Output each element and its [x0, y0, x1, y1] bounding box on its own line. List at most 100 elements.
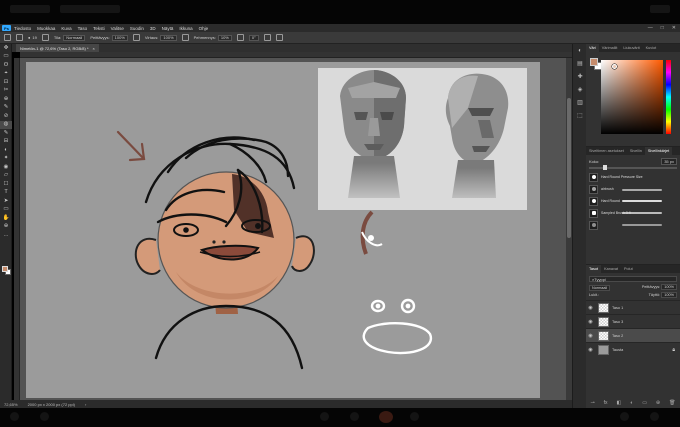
eyedropper-tool-icon[interactable]: ⊕ — [0, 95, 12, 104]
menu-item-help[interactable]: Ohje — [199, 26, 209, 31]
symmetry-icon[interactable] — [275, 34, 283, 41]
brush-size-input[interactable]: 35 px — [661, 158, 677, 165]
new-group-icon[interactable]: ▭ — [642, 400, 647, 406]
smoothing-input[interactable]: 10% — [217, 34, 232, 41]
zoom-readout[interactable]: 72,65% — [4, 402, 18, 407]
more-tools-icon[interactable]: … — [0, 231, 12, 240]
visibility-eye-icon[interactable]: ◉ — [586, 347, 595, 353]
color-field[interactable] — [601, 60, 663, 134]
mode-select[interactable]: Normaali — [63, 34, 86, 41]
video-control-icon[interactable] — [350, 412, 359, 421]
gradient-tool-icon[interactable]: ◉ — [0, 163, 12, 172]
document-tab[interactable]: Nimetön-1 @ 72,6% (Taso 2, RGB/8) * × — [16, 44, 99, 52]
visibility-eye-icon[interactable]: ◉ — [586, 305, 595, 311]
close-window-button[interactable]: ✕ — [672, 25, 676, 31]
marquee-tool-icon[interactable]: ▭ — [0, 53, 12, 62]
history-brush-tool-icon[interactable]: ◐ — [0, 146, 12, 155]
layer-effects-icon[interactable]: fx — [604, 400, 608, 406]
type-tool-icon[interactable]: T — [0, 189, 12, 198]
layer-row-background[interactable]: ◉ Tausta 🔒︎ — [586, 342, 680, 356]
layer-row-selected[interactable]: ◉ Taso 2 — [586, 328, 680, 342]
status-arrow-icon[interactable]: › — [85, 402, 86, 407]
menu-item-type[interactable]: Teksti — [93, 26, 105, 31]
visibility-eye-icon[interactable]: ◉ — [586, 333, 595, 339]
brush-settings-icon[interactable] — [41, 34, 49, 41]
adjustments-panel-icon[interactable]: ✚ — [573, 70, 587, 83]
brush-preset-item[interactable]: Sampled Brush 3 9 — [586, 207, 680, 219]
history-panel-icon[interactable]: ▥ — [573, 96, 587, 109]
brush-preset-item[interactable]: Hard Round Pressure Size — [586, 171, 680, 183]
pressure-size-icon[interactable] — [263, 34, 271, 41]
color-panel-foreground-swatch[interactable] — [590, 58, 598, 66]
hand-tool-icon[interactable]: ✋ — [0, 214, 12, 223]
crop-tool-icon[interactable]: ⊡ — [0, 78, 12, 87]
link-layers-icon[interactable]: ⊸ — [590, 400, 594, 406]
tab-gradients[interactable]: Liukuvärit — [620, 44, 642, 52]
brush-size-slider[interactable] — [589, 165, 677, 170]
menu-item-select[interactable]: Valitse — [111, 26, 124, 31]
tab-channels[interactable]: Kanavat — [601, 265, 621, 273]
brush-tool-icon[interactable] — [16, 34, 23, 41]
menu-item-layer[interactable]: Taso — [78, 26, 88, 31]
video-control-icon[interactable] — [40, 412, 49, 421]
brush-size-slider-knob[interactable] — [603, 165, 607, 170]
menu-item-3d[interactable]: 3D — [150, 26, 156, 31]
slice-tool-icon[interactable]: ✂ — [0, 87, 12, 96]
foreground-color-swatch[interactable] — [2, 266, 8, 272]
layer-row[interactable]: ◉ Taso 3 — [586, 314, 680, 328]
tab-color[interactable]: Väri — [586, 44, 599, 52]
new-layer-icon[interactable]: ⊕ — [656, 400, 660, 406]
scrollbar-thumb[interactable] — [567, 98, 571, 238]
flow-input[interactable]: 100% — [160, 34, 177, 41]
delete-layer-icon[interactable]: 🗑 — [669, 400, 675, 406]
document-tab-close-icon[interactable]: × — [93, 46, 95, 51]
pencil-tool-icon[interactable]: ✎ — [0, 129, 12, 138]
brush-preset-item[interactable] — [586, 219, 680, 231]
visibility-eye-icon[interactable]: ◉ — [586, 319, 595, 325]
brush-tool-icon-active[interactable]: ◍ — [0, 120, 12, 129]
tab-patterns[interactable]: Kuviot — [643, 44, 660, 52]
tab-brush-tips[interactable]: Sivellinkärjet — [644, 147, 673, 155]
airbrush-icon[interactable] — [181, 34, 189, 41]
maximize-button[interactable]: □ — [661, 25, 664, 31]
artboard-panel-icon[interactable]: ⬚ — [573, 109, 587, 122]
video-control-icon[interactable] — [410, 412, 419, 421]
smoothing-options-icon[interactable] — [236, 34, 244, 41]
tab-layers[interactable]: Tasot — [586, 265, 602, 273]
stamp-tool-icon[interactable]: ⊟ — [0, 138, 12, 147]
patch-tool-icon[interactable]: ⊘ — [0, 112, 12, 121]
layer-mask-icon[interactable]: ◧ — [617, 400, 622, 406]
healing-tool-icon[interactable]: ✎ — [0, 104, 12, 113]
color-panel-icon[interactable]: ◐ — [573, 44, 587, 57]
tab-paths[interactable]: Polut — [621, 265, 636, 273]
opacity-input[interactable]: 100% — [111, 34, 128, 41]
tab-brush[interactable]: Sivellin — [627, 147, 645, 155]
fill-input[interactable]: 100% — [661, 292, 677, 298]
video-control-icon[interactable] — [320, 412, 329, 421]
menu-item-file[interactable]: Tiedosto — [14, 26, 31, 31]
quick-select-tool-icon[interactable]: ⌖ — [0, 70, 12, 79]
shape-tool-icon[interactable]: ▭ — [0, 206, 12, 215]
angle-input[interactable]: 0° — [248, 34, 259, 41]
path-select-tool-icon[interactable]: ➤ — [0, 197, 12, 206]
properties-panel-icon[interactable]: ▤ — [573, 57, 587, 70]
layer-opacity-input[interactable]: 100% — [661, 284, 677, 290]
tab-swatches[interactable]: Värimallit — [599, 44, 621, 52]
adjustment-layer-icon[interactable]: ◐ — [630, 400, 633, 406]
layer-row[interactable]: ◉ Taso 1 — [586, 300, 680, 314]
home-icon[interactable] — [4, 34, 11, 41]
document-canvas[interactable] — [26, 62, 540, 398]
menu-item-view[interactable]: Näytä — [162, 26, 174, 31]
video-control-icon[interactable] — [10, 412, 19, 421]
minimize-button[interactable]: — — [648, 25, 653, 31]
video-control-icon[interactable] — [620, 412, 629, 421]
blur-tool-icon[interactable]: ▱ — [0, 172, 12, 181]
pressure-opacity-icon[interactable] — [132, 34, 140, 41]
dodge-tool-icon[interactable]: ☐ — [0, 180, 12, 189]
color-picker-cursor[interactable] — [612, 64, 617, 69]
layer-filter-input[interactable]: ⌕ Tyyppi — [589, 276, 677, 282]
zoom-tool-icon[interactable]: ⊕ — [0, 223, 12, 232]
tab-brush-settings[interactable]: Siveltimen asetukset — [586, 147, 627, 155]
lasso-tool-icon[interactable]: ʘ — [0, 61, 12, 70]
hue-slider[interactable] — [666, 60, 671, 134]
